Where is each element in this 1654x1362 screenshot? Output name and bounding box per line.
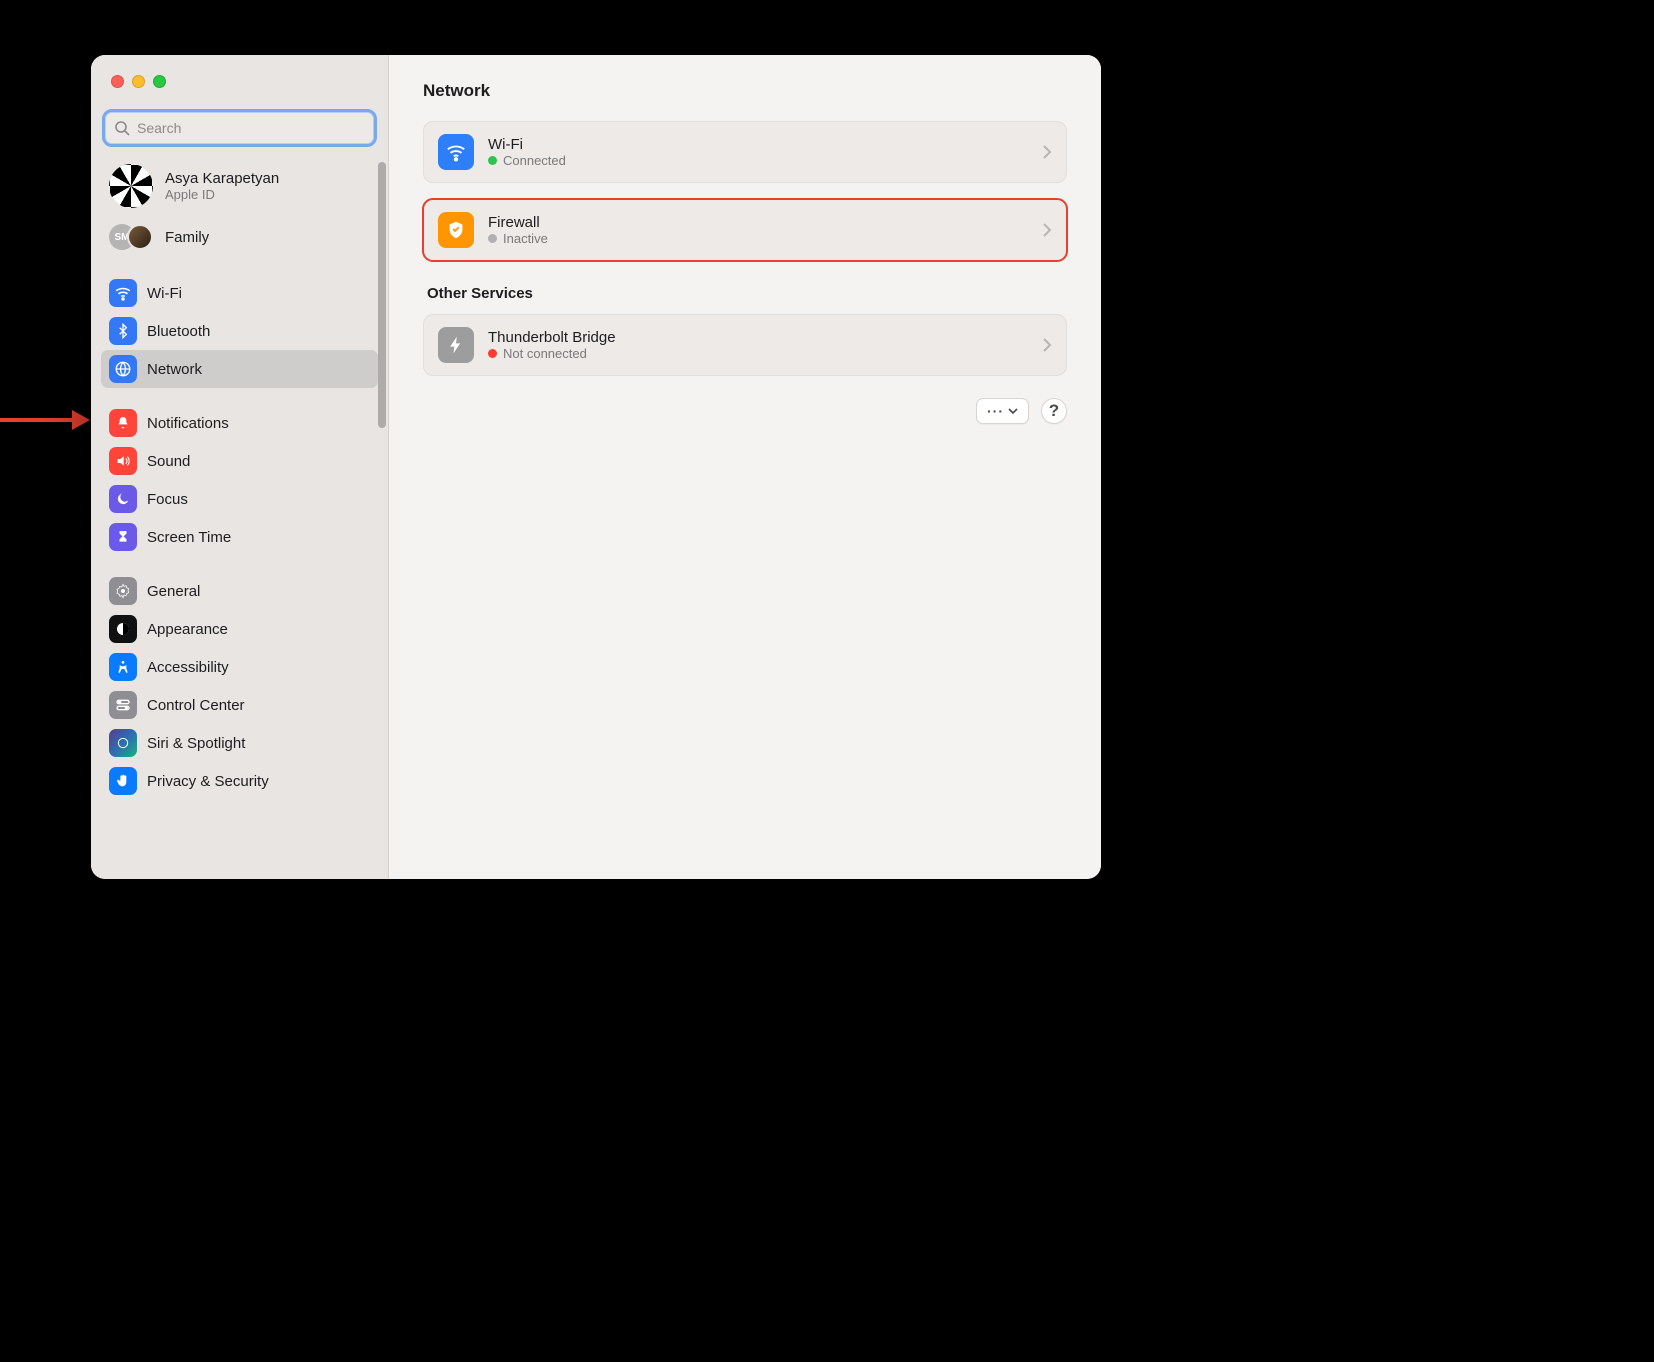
user-name: Asya Karapetyan [165, 170, 279, 187]
family-label: Family [165, 229, 209, 246]
sidebar-item-label: General [147, 583, 200, 600]
chevron-down-icon [1008, 406, 1018, 416]
close-window-button[interactable] [111, 75, 124, 88]
annotation-arrow [0, 410, 92, 430]
sidebar-item-label: Control Center [147, 697, 245, 714]
wifi-icon [438, 134, 474, 170]
thunderbolt-icon [438, 327, 474, 363]
row-status: Not connected [503, 346, 587, 361]
page-title: Network [423, 81, 1067, 101]
row-title: Wi-Fi [488, 136, 566, 153]
bell-icon [109, 409, 137, 437]
status-dot [488, 156, 497, 165]
sidebar-item-bluetooth[interactable]: Bluetooth [101, 312, 378, 350]
sidebar-item-control-center[interactable]: Control Center [101, 686, 378, 724]
sidebar-item-apple-id[interactable]: Asya Karapetyan Apple ID [101, 158, 378, 214]
sidebar-item-wifi[interactable]: Wi-Fi [101, 274, 378, 312]
sidebar: Asya Karapetyan Apple ID SM Family Wi-Fi [91, 55, 389, 879]
sidebar-item-label: Notifications [147, 415, 229, 432]
settings-window: Asya Karapetyan Apple ID SM Family Wi-Fi [91, 55, 1101, 879]
minimize-window-button[interactable] [132, 75, 145, 88]
gear-icon [109, 577, 137, 605]
more-actions-button[interactable]: ··· [976, 398, 1029, 424]
search-input[interactable] [105, 112, 374, 144]
sidebar-item-privacy-security[interactable]: Privacy & Security [101, 762, 378, 800]
search-field-wrap [105, 112, 374, 144]
chevron-right-icon [1042, 144, 1052, 160]
sidebar-item-label: Accessibility [147, 659, 229, 676]
sidebar-item-family[interactable]: SM Family [101, 216, 378, 258]
sidebar-scroll: Asya Karapetyan Apple ID SM Family Wi-Fi [91, 158, 388, 879]
wifi-icon [109, 279, 137, 307]
accessibility-icon [109, 653, 137, 681]
sidebar-item-network[interactable]: Network [101, 350, 378, 388]
sidebar-item-label: Appearance [147, 621, 228, 638]
sidebar-item-notifications[interactable]: Notifications [101, 404, 378, 442]
network-row-firewall[interactable]: Firewall Inactive [424, 200, 1066, 260]
sidebar-item-label: Bluetooth [147, 323, 210, 340]
user-sub: Apple ID [165, 187, 279, 202]
search-icon [114, 120, 130, 136]
firewall-icon [438, 212, 474, 248]
chevron-right-icon [1042, 222, 1052, 238]
user-avatar [109, 164, 153, 208]
globe-icon [109, 355, 137, 383]
sidebar-item-label: Network [147, 361, 202, 378]
network-services-panel: Wi-Fi Connected [423, 121, 1067, 183]
status-dot [488, 349, 497, 358]
other-services-panel: Thunderbolt Bridge Not connected [423, 314, 1067, 376]
network-row-firewall-panel: Firewall Inactive [423, 199, 1067, 261]
sidebar-item-label: Focus [147, 491, 188, 508]
sidebar-item-label: Wi-Fi [147, 285, 182, 302]
row-title: Thunderbolt Bridge [488, 329, 616, 346]
network-row-wifi[interactable]: Wi-Fi Connected [424, 122, 1066, 182]
ellipsis-icon: ··· [987, 403, 1004, 419]
hourglass-icon [109, 523, 137, 551]
sidebar-item-focus[interactable]: Focus [101, 480, 378, 518]
fullscreen-window-button[interactable] [153, 75, 166, 88]
contrast-icon [109, 615, 137, 643]
sidebar-item-general[interactable]: General [101, 572, 378, 610]
bluetooth-icon [109, 317, 137, 345]
row-title: Firewall [488, 214, 548, 231]
help-button[interactable]: ? [1041, 398, 1067, 424]
sidebar-item-label: Sound [147, 453, 190, 470]
sidebar-item-label: Screen Time [147, 529, 231, 546]
hand-icon [109, 767, 137, 795]
window-controls [91, 75, 388, 88]
sidebar-item-sound[interactable]: Sound [101, 442, 378, 480]
help-label: ? [1049, 401, 1059, 421]
row-status: Inactive [503, 231, 548, 246]
status-dot [488, 234, 497, 243]
switches-icon [109, 691, 137, 719]
sidebar-item-accessibility[interactable]: Accessibility [101, 648, 378, 686]
row-status: Connected [503, 153, 566, 168]
sidebar-item-label: Privacy & Security [147, 773, 269, 790]
moon-icon [109, 485, 137, 513]
chevron-right-icon [1042, 337, 1052, 353]
family-avatars: SM [109, 224, 153, 250]
content-pane: Network Wi-Fi Connected [389, 55, 1101, 879]
sidebar-item-screen-time[interactable]: Screen Time [101, 518, 378, 556]
family-avatar-photo [127, 224, 153, 250]
scrollbar-thumb[interactable] [378, 162, 386, 428]
sidebar-item-label: Siri & Spotlight [147, 735, 245, 752]
sidebar-item-siri-spotlight[interactable]: Siri & Spotlight [101, 724, 378, 762]
section-title-other-services: Other Services [427, 285, 1067, 302]
network-row-thunderbolt[interactable]: Thunderbolt Bridge Not connected [424, 315, 1066, 375]
speaker-icon [109, 447, 137, 475]
sidebar-item-appearance[interactable]: Appearance [101, 610, 378, 648]
siri-icon [109, 729, 137, 757]
